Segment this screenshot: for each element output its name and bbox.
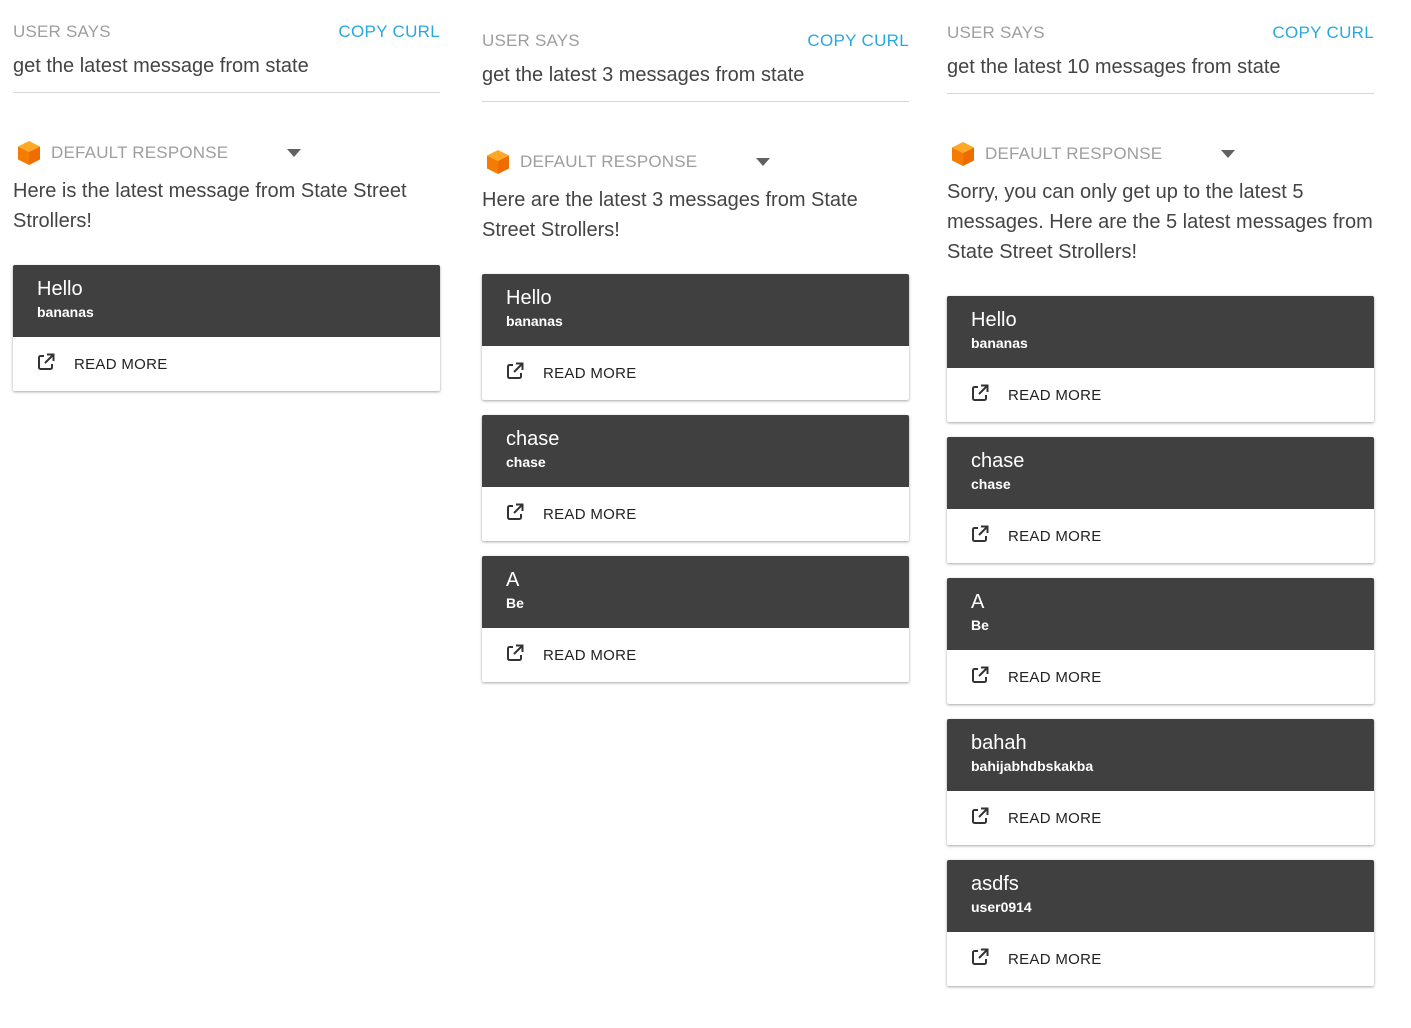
card-header: asdfs user0914 (947, 860, 1374, 932)
card-title: A (971, 591, 985, 613)
external-link-icon (507, 503, 524, 520)
response-text: Here is the latest message from State St… (13, 180, 407, 232)
external-link-icon (972, 807, 989, 824)
card-header: A Be (482, 556, 909, 628)
copy-curl-button[interactable]: COPY CURL (807, 31, 909, 51)
card-subtitle: user0914 (971, 899, 1032, 915)
copy-curl-button[interactable]: COPY CURL (1272, 23, 1374, 43)
user-query: get the latest 10 messages from state (947, 55, 1374, 94)
card-header: Hello bananas (482, 274, 909, 346)
response-text: Here are the latest 3 messages from Stat… (482, 189, 858, 241)
card-subtitle: Be (971, 617, 989, 633)
card-header: bahah bahijabhdbskakba (947, 719, 1374, 791)
orange-cube-icon (952, 142, 974, 166)
read-more-button[interactable]: READ MORE (482, 487, 909, 541)
orange-cube-icon (18, 141, 40, 165)
caret-down-icon[interactable] (1221, 150, 1235, 158)
response-text: Sorry, you can only get up to the latest… (947, 181, 1373, 263)
external-link-icon (507, 644, 524, 661)
card-subtitle: bananas (37, 304, 94, 320)
card-list: Hello bananas READ MORE chase chase READ… (482, 274, 909, 682)
card-subtitle: bahijabhdbskakba (971, 758, 1094, 774)
card-header: A Be (947, 578, 1374, 650)
message-card: Hello bananas READ MORE (947, 296, 1374, 422)
card-subtitle: Be (506, 595, 524, 611)
card-header: Hello bananas (13, 265, 440, 337)
response-label: DEFAULT RESPONSE (520, 152, 698, 171)
user-says-header: USER SAYS COPY CURL (947, 21, 1374, 45)
orange-cube-icon (487, 150, 509, 174)
response-header: DEFAULT RESPONSE (13, 138, 440, 168)
card-title: Hello (506, 287, 552, 309)
message-card: Hello bananas READ MORE (13, 265, 440, 391)
message-card: chase chase READ MORE (482, 415, 909, 541)
caret-down-icon[interactable] (287, 149, 301, 157)
card-list: Hello bananas READ MORE (13, 265, 440, 391)
user-says-label: USER SAYS (947, 23, 1045, 42)
card-title: chase (971, 450, 1025, 472)
card-subtitle: chase (506, 454, 546, 470)
conversation-column-2: USER SAYS COPY CURL get the latest 3 mes… (482, 29, 909, 697)
read-more-button[interactable]: READ MORE (482, 628, 909, 682)
read-more-button[interactable]: READ MORE (13, 337, 440, 391)
user-says-header: USER SAYS COPY CURL (13, 20, 440, 44)
response-label: DEFAULT RESPONSE (51, 143, 229, 162)
user-says-label: USER SAYS (13, 22, 111, 41)
card-subtitle: bananas (971, 335, 1028, 351)
card-title: chase (506, 428, 560, 450)
message-card: Hello bananas READ MORE (482, 274, 909, 400)
read-more-label: READ MORE (543, 505, 637, 523)
card-title: bahah (971, 732, 1027, 754)
read-more-label: READ MORE (543, 364, 637, 382)
card-header: chase chase (947, 437, 1374, 509)
user-query: get the latest message from state (13, 54, 440, 93)
message-card: bahah bahijabhdbskakba READ MORE (947, 719, 1374, 845)
external-link-icon (507, 362, 524, 379)
response-header: DEFAULT RESPONSE (947, 139, 1374, 169)
message-card: A Be READ MORE (482, 556, 909, 682)
read-more-label: READ MORE (1008, 668, 1102, 686)
card-title: Hello (37, 278, 83, 300)
message-card: asdfs user0914 READ MORE (947, 860, 1374, 986)
user-says-label: USER SAYS (482, 31, 580, 50)
read-more-label: READ MORE (1008, 386, 1102, 404)
external-link-icon (972, 666, 989, 683)
copy-curl-button[interactable]: COPY CURL (338, 22, 440, 42)
read-more-label: READ MORE (543, 646, 637, 664)
external-link-icon (972, 525, 989, 542)
response-header: DEFAULT RESPONSE (482, 147, 909, 177)
message-card: chase chase READ MORE (947, 437, 1374, 563)
read-more-button[interactable]: READ MORE (947, 368, 1374, 422)
read-more-button[interactable]: READ MORE (947, 791, 1374, 845)
card-subtitle: chase (971, 476, 1011, 492)
response-label: DEFAULT RESPONSE (985, 144, 1163, 163)
read-more-button[interactable]: READ MORE (947, 509, 1374, 563)
card-title: A (506, 569, 520, 591)
caret-down-icon[interactable] (756, 158, 770, 166)
card-header: chase chase (482, 415, 909, 487)
user-query: get the latest 3 messages from state (482, 63, 909, 102)
card-subtitle: bananas (506, 313, 563, 329)
message-card: A Be READ MORE (947, 578, 1374, 704)
read-more-button[interactable]: READ MORE (482, 346, 909, 400)
user-says-header: USER SAYS COPY CURL (482, 29, 909, 53)
card-title: asdfs (971, 873, 1019, 895)
conversation-column-1: USER SAYS COPY CURL get the latest messa… (13, 20, 440, 406)
external-link-icon (972, 948, 989, 965)
card-header: Hello bananas (947, 296, 1374, 368)
external-link-icon (38, 353, 55, 370)
read-more-label: READ MORE (1008, 809, 1102, 827)
card-title: Hello (971, 309, 1017, 331)
read-more-label: READ MORE (74, 355, 168, 373)
external-link-icon (972, 384, 989, 401)
read-more-button[interactable]: READ MORE (947, 650, 1374, 704)
read-more-label: READ MORE (1008, 527, 1102, 545)
read-more-button[interactable]: READ MORE (947, 932, 1374, 986)
card-list: Hello bananas READ MORE chase chase READ… (947, 296, 1374, 986)
conversation-column-3: USER SAYS COPY CURL get the latest 10 me… (947, 21, 1374, 1001)
read-more-label: READ MORE (1008, 950, 1102, 968)
